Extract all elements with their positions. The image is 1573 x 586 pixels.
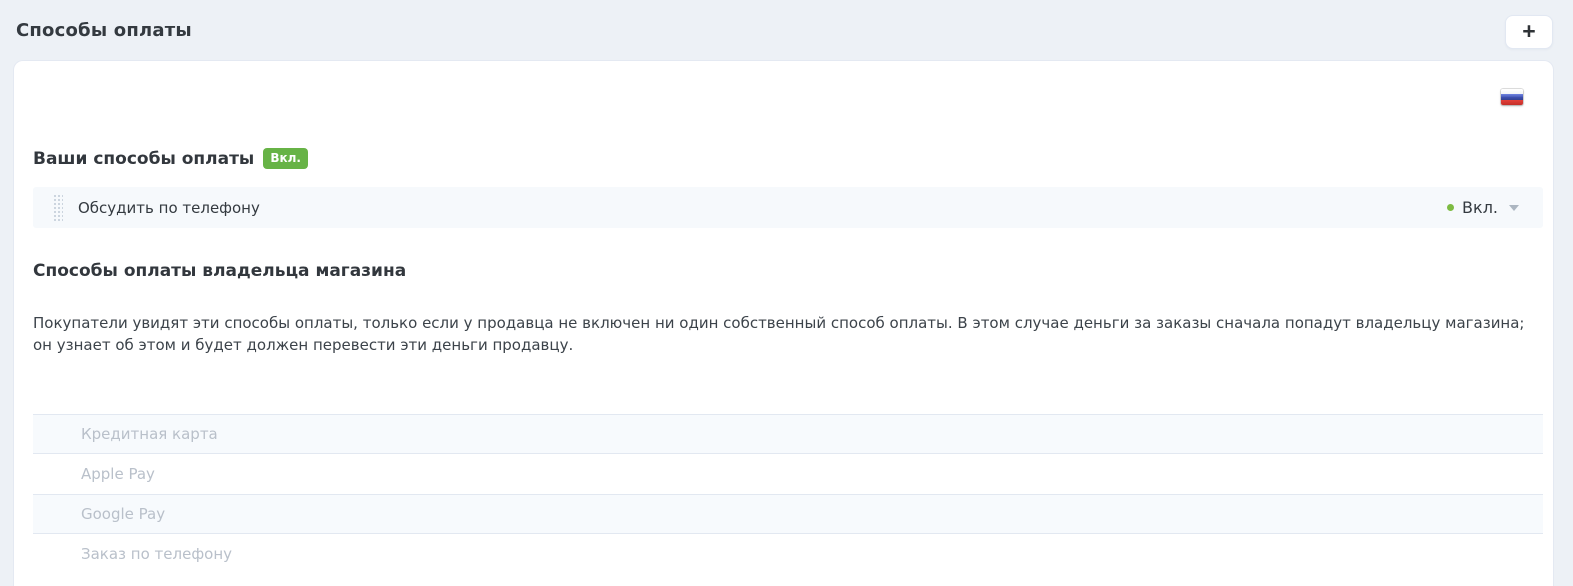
list-item-label: Заказ по телефону — [81, 545, 232, 563]
list-item-label: Google Pay — [81, 505, 165, 523]
list-item-phone-order[interactable]: Заказ по телефону — [33, 534, 1543, 574]
owner-methods-description: Покупатели увидят эти способы оплаты, то… — [33, 312, 1543, 356]
enabled-status-badge: Вкл. — [263, 148, 308, 169]
chevron-down-icon — [1509, 205, 1519, 211]
owner-methods-list: Кредитная карта Apple Pay Google Pay Зак… — [33, 414, 1543, 574]
status-dropdown-value: Вкл. — [1462, 198, 1498, 217]
russia-flag-icon[interactable] — [1501, 89, 1523, 105]
status-dropdown[interactable]: Вкл. — [1447, 198, 1519, 217]
list-item-google-pay[interactable]: Google Pay — [33, 494, 1543, 534]
flag-stripe-red — [1501, 100, 1523, 105]
list-item-label: Apple Pay — [81, 465, 155, 483]
page-title: Способы оплаты — [16, 20, 192, 41]
list-item-credit-card[interactable]: Кредитная карта — [33, 414, 1543, 454]
your-methods-heading-text: Ваши способы оплаты — [33, 149, 254, 169]
page-header: Способы оплаты + — [0, 0, 1573, 60]
language-flag-row — [33, 89, 1543, 105]
owner-methods-heading: Способы оплаты владельца магазина — [33, 261, 1543, 281]
add-payment-method-button[interactable]: + — [1505, 15, 1553, 49]
status-dot-icon — [1447, 204, 1454, 211]
list-item-label: Кредитная карта — [81, 425, 218, 443]
flag-gloss — [1501, 89, 1523, 97]
payment-method-label: Обсудить по телефону — [78, 199, 260, 217]
list-item-apple-pay[interactable]: Apple Pay — [33, 454, 1543, 494]
drag-handle-icon[interactable] — [52, 193, 63, 222]
plus-icon: + — [1522, 20, 1535, 43]
your-methods-heading: Ваши способы оплаты Вкл. — [33, 148, 1543, 169]
payment-methods-card: Ваши способы оплаты Вкл. Обсудить по тел… — [13, 60, 1554, 586]
payment-method-row-phone-discuss[interactable]: Обсудить по телефону Вкл. — [33, 187, 1543, 228]
